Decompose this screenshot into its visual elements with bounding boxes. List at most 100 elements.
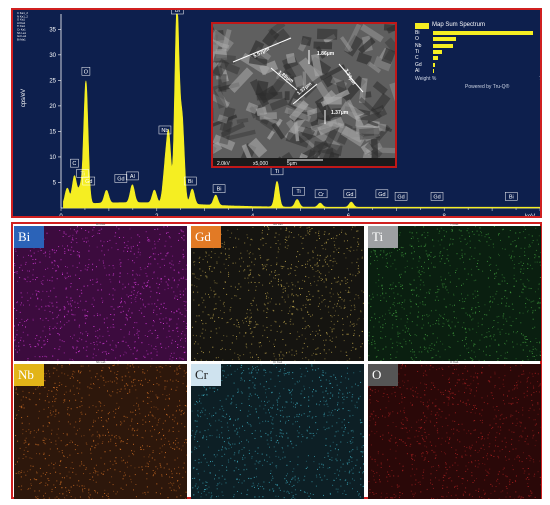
map-speck	[368, 340, 369, 342]
map-speck	[422, 301, 424, 303]
map-speck	[337, 292, 338, 294]
map-speck	[162, 318, 164, 320]
map-speck	[147, 463, 149, 465]
map-speck	[294, 226, 296, 228]
map-speck	[362, 486, 364, 487]
map-speck	[57, 266, 59, 268]
map-speck	[32, 274, 34, 276]
map-speck	[173, 490, 175, 492]
map-speck	[533, 392, 535, 393]
map-speck	[307, 455, 309, 457]
map-speck	[323, 397, 325, 399]
map-speck	[343, 240, 345, 242]
map-speck	[282, 433, 284, 435]
map-speck	[532, 348, 534, 350]
map-speck	[279, 432, 281, 434]
map-speck	[346, 333, 348, 335]
map-speck	[283, 490, 285, 492]
map-speck	[218, 469, 220, 471]
map-speck	[337, 294, 339, 296]
map-speck	[210, 496, 212, 498]
map-speck	[197, 414, 199, 416]
map-speck	[262, 325, 264, 327]
map-speck	[472, 318, 474, 320]
map-speck	[307, 370, 309, 372]
map-speck	[73, 426, 75, 428]
map-speck	[71, 375, 73, 377]
map-speck	[132, 382, 134, 384]
map-speck	[109, 460, 111, 462]
map-speck	[256, 308, 258, 310]
map-speck	[194, 448, 196, 450]
map-speck	[66, 475, 68, 477]
map-speck	[294, 360, 296, 361]
map-speck	[349, 273, 351, 275]
map-speck	[270, 407, 272, 408]
map-speck	[319, 376, 320, 378]
map-speck	[486, 336, 488, 338]
map-speck	[179, 357, 181, 359]
map-speck	[276, 485, 278, 486]
map-speck	[97, 471, 99, 473]
map-speck	[336, 444, 338, 446]
map-speck	[226, 335, 228, 337]
map-speck	[430, 350, 432, 351]
map-speck	[85, 442, 87, 444]
map-speck	[211, 416, 213, 418]
map-speck	[137, 428, 139, 430]
map-speck	[264, 404, 266, 406]
map-speck	[106, 340, 108, 342]
map-speck	[63, 232, 65, 234]
map-speck	[168, 236, 170, 238]
map-speck	[51, 276, 53, 278]
map-speck	[219, 482, 221, 484]
map-speck	[45, 255, 47, 257]
map-speck	[92, 279, 94, 281]
map-speck	[46, 472, 48, 474]
map-speck	[427, 350, 429, 352]
map-speck	[92, 229, 94, 231]
map-speck	[240, 377, 242, 379]
map-speck	[154, 258, 156, 260]
map-speck	[202, 311, 204, 313]
map-speck	[99, 328, 101, 330]
map-speck	[345, 427, 346, 428]
map-speck	[448, 477, 450, 479]
map-speck	[79, 350, 80, 352]
map-speck	[295, 350, 297, 352]
map-speck	[515, 245, 517, 247]
map-speck	[465, 336, 467, 338]
map-speck	[427, 316, 429, 318]
map-speck	[64, 316, 66, 318]
map-speck	[77, 429, 78, 431]
map-speck	[48, 464, 50, 466]
map-speck	[47, 478, 49, 480]
map-speck	[431, 357, 433, 359]
map-speck	[42, 283, 44, 285]
map-speck	[195, 321, 197, 323]
map-speck	[126, 315, 128, 316]
map-speck	[290, 481, 291, 483]
map-speck	[339, 233, 340, 235]
map-speck	[88, 250, 90, 252]
map-speck	[403, 308, 405, 310]
map-speck	[151, 414, 153, 416]
map-speck	[157, 433, 159, 435]
map-speck	[315, 416, 317, 417]
map-speck	[194, 261, 196, 263]
map-speck	[373, 493, 375, 495]
map-speck	[459, 441, 461, 443]
map-speck	[306, 492, 308, 494]
map-speck	[136, 329, 138, 331]
map-speck	[88, 231, 90, 233]
map-speck	[16, 271, 18, 273]
map-speck	[348, 422, 350, 423]
map-speck	[361, 343, 363, 345]
map-speck	[57, 265, 59, 267]
map-speck	[283, 355, 285, 357]
map-speck	[501, 329, 503, 330]
map-speck	[539, 342, 541, 344]
map-speck	[36, 471, 37, 473]
map-speck	[315, 390, 317, 392]
map-speck	[240, 364, 242, 366]
